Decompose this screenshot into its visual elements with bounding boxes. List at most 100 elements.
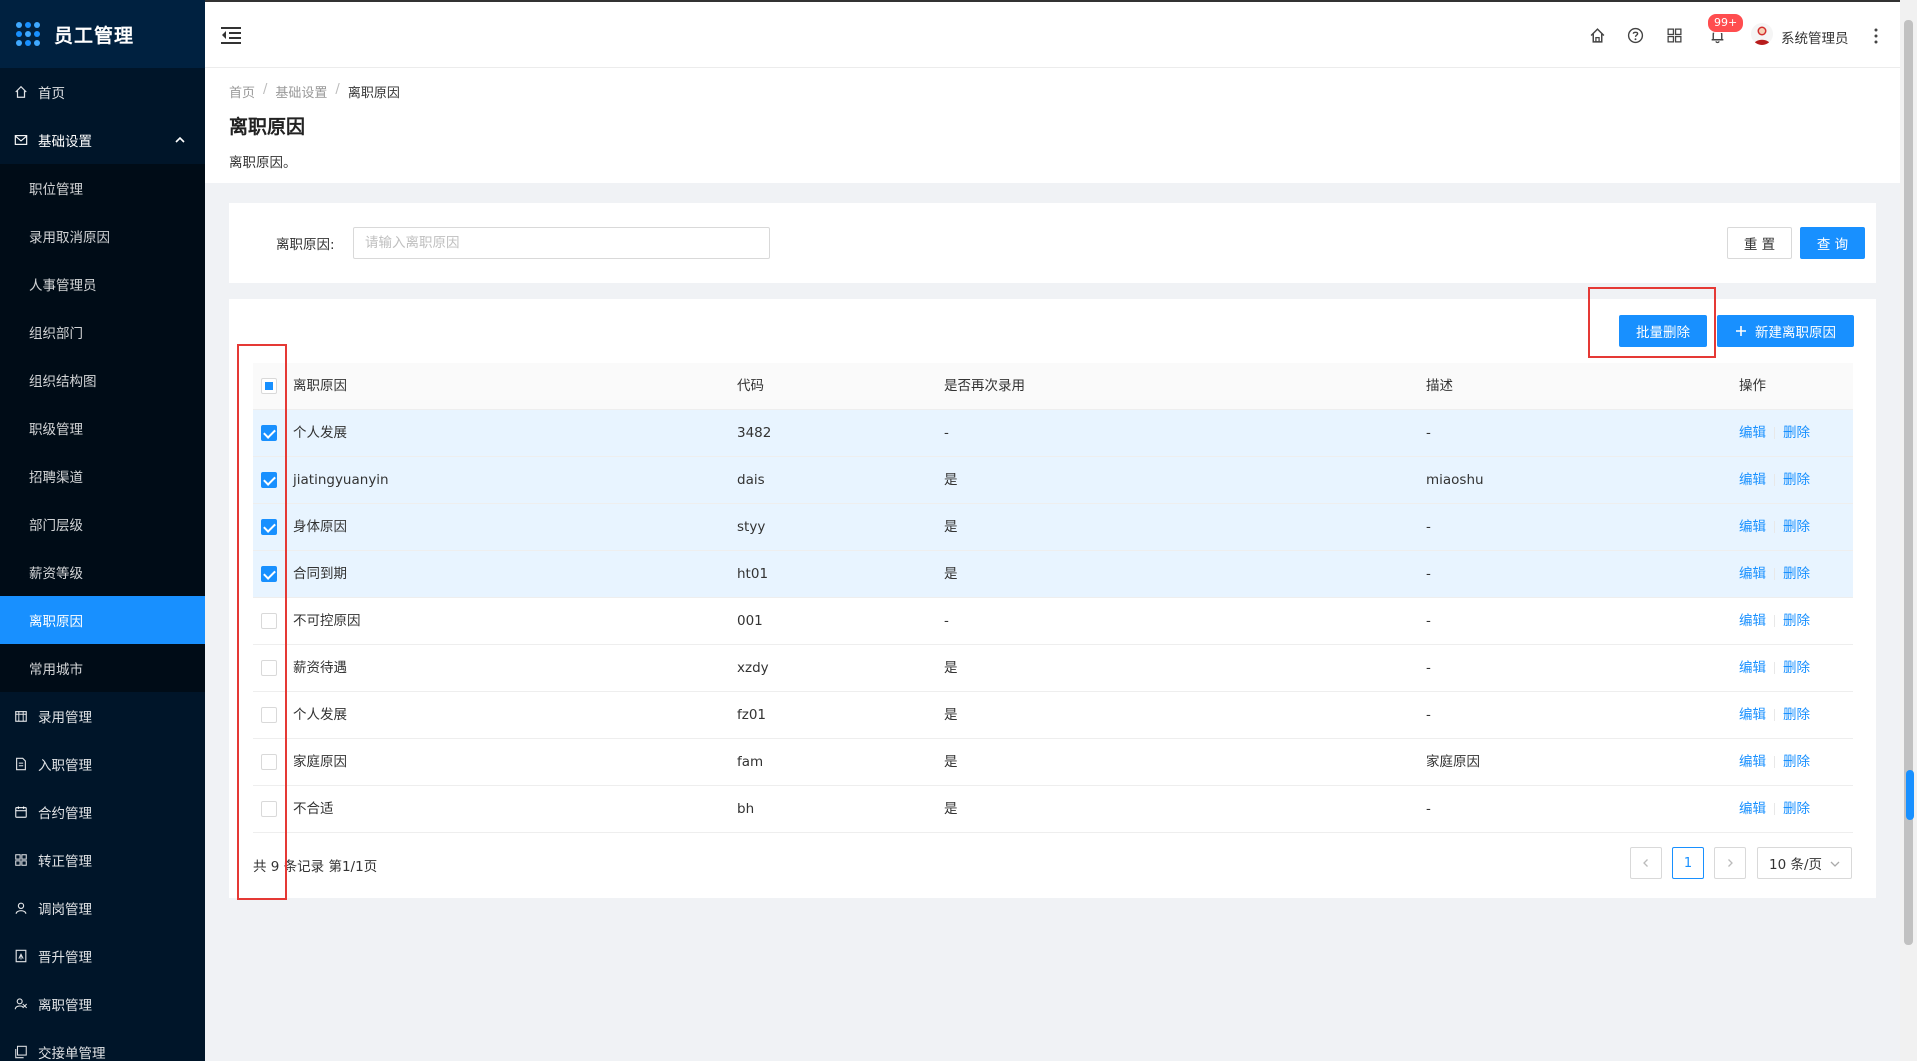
app-title: 员工管理 bbox=[54, 24, 135, 47]
delete-link[interactable]: 删除 bbox=[1783, 472, 1810, 488]
edit-link[interactable]: 编辑 bbox=[1739, 613, 1766, 629]
sidebar-item-label: 交接单管理 bbox=[38, 1046, 106, 1061]
sidebar-item-4[interactable]: 调岗管理 bbox=[0, 884, 205, 932]
top-header: 99+ 系统管理员 bbox=[205, 0, 1900, 68]
sidebar-subitem-1[interactable]: 录用取消原因 bbox=[0, 212, 205, 260]
edit-link[interactable]: 编辑 bbox=[1739, 566, 1766, 582]
help-icon[interactable] bbox=[1627, 27, 1644, 44]
row-checkbox[interactable] bbox=[261, 707, 277, 723]
row-checkbox[interactable] bbox=[261, 566, 277, 582]
sidebar-subitem-7[interactable]: 部门层级 bbox=[0, 500, 205, 548]
row-checkbox[interactable] bbox=[261, 754, 277, 770]
delete-link[interactable]: 删除 bbox=[1783, 519, 1810, 535]
sidebar-subitem-label: 离职原因 bbox=[29, 614, 83, 630]
edit-link[interactable]: 编辑 bbox=[1739, 754, 1766, 770]
cell-reason: 不合适 bbox=[293, 801, 334, 817]
table-row: 不合适 bh 是 - 编辑 删除 bbox=[253, 786, 1853, 833]
delete-link[interactable]: 删除 bbox=[1783, 613, 1810, 629]
chevron-left-icon bbox=[1643, 859, 1648, 867]
sidebar-item-0[interactable]: 录用管理 bbox=[0, 692, 205, 740]
cell-rehire: 是 bbox=[944, 754, 958, 770]
page-title: 离职原因 bbox=[229, 116, 306, 138]
row-checkbox[interactable] bbox=[261, 425, 277, 441]
sidebar-subitem-9[interactable]: 离职原因 bbox=[0, 596, 205, 644]
home-icon[interactable] bbox=[1589, 27, 1606, 44]
page-number-button[interactable]: 1 bbox=[1672, 847, 1704, 879]
table-row: 家庭原因 fam 是 家庭原因 编辑 删除 bbox=[253, 739, 1853, 786]
sidebar-subitem-0[interactable]: 职位管理 bbox=[0, 164, 205, 212]
sidebar-item-label: 晋升管理 bbox=[38, 950, 92, 966]
avatar[interactable] bbox=[1751, 23, 1773, 45]
edit-link[interactable]: 编辑 bbox=[1739, 519, 1766, 535]
menu-fold-icon[interactable] bbox=[221, 26, 241, 44]
chevron-down-icon bbox=[1830, 861, 1840, 867]
edit-link[interactable]: 编辑 bbox=[1739, 472, 1766, 488]
sidebar-subitem-2[interactable]: 人事管理员 bbox=[0, 260, 205, 308]
sidebar-item-1[interactable]: 入职管理 bbox=[0, 740, 205, 788]
sidebar-item-home[interactable]: 首页 bbox=[0, 68, 205, 116]
action-divider bbox=[1774, 756, 1775, 768]
cell-description: - bbox=[1426, 801, 1431, 817]
user-name[interactable]: 系统管理员 bbox=[1781, 27, 1849, 47]
row-checkbox[interactable] bbox=[261, 801, 277, 817]
select-all-checkbox[interactable] bbox=[261, 378, 277, 394]
scroll-indicator[interactable] bbox=[1906, 770, 1914, 820]
sidebar-item-label: 调岗管理 bbox=[38, 902, 92, 918]
row-checkbox[interactable] bbox=[261, 519, 277, 535]
delete-link[interactable]: 删除 bbox=[1783, 707, 1810, 723]
row-checkbox[interactable] bbox=[261, 472, 277, 488]
table-row: jiatingyuanyin dais 是 miaoshu 编辑 删除 bbox=[253, 457, 1853, 504]
edit-link[interactable]: 编辑 bbox=[1739, 801, 1766, 817]
delete-link[interactable]: 删除 bbox=[1783, 566, 1810, 582]
delete-link[interactable]: 删除 bbox=[1783, 660, 1810, 676]
search-input[interactable] bbox=[353, 227, 770, 259]
delete-link[interactable]: 删除 bbox=[1783, 425, 1810, 441]
table-row: 不可控原因 001 - - 编辑 删除 bbox=[253, 598, 1853, 645]
sidebar-subitem-8[interactable]: 薪资等级 bbox=[0, 548, 205, 596]
prev-page-button[interactable] bbox=[1630, 847, 1662, 879]
delete-link[interactable]: 删除 bbox=[1783, 754, 1810, 770]
sidebar-item-2[interactable]: 合约管理 bbox=[0, 788, 205, 836]
reset-button[interactable]: 重 置 bbox=[1727, 227, 1792, 259]
sidebar-group-basic-settings[interactable]: 基础设置 bbox=[0, 116, 205, 164]
document-icon bbox=[14, 757, 28, 771]
cell-rehire: 是 bbox=[944, 801, 958, 817]
page-scrollbar[interactable] bbox=[1900, 0, 1917, 1061]
breadcrumb-separator: / bbox=[263, 82, 268, 97]
batch-delete-button[interactable]: 批量删除 bbox=[1619, 315, 1707, 347]
breadcrumb-home[interactable]: 首页 bbox=[229, 82, 255, 101]
sidebar-subitem-4[interactable]: 组织结构图 bbox=[0, 356, 205, 404]
apps-icon[interactable] bbox=[1666, 27, 1683, 44]
sidebar-item-6[interactable]: 离职管理 bbox=[0, 980, 205, 1028]
sidebar-item-7[interactable]: 交接单管理 bbox=[0, 1028, 205, 1061]
cell-reason: 个人发展 bbox=[293, 425, 347, 441]
search-card: 离职原因: 重 置 查 询 bbox=[229, 203, 1876, 283]
cell-code: ht01 bbox=[737, 566, 769, 582]
row-checkbox[interactable] bbox=[261, 660, 277, 676]
query-button[interactable]: 查 询 bbox=[1800, 227, 1865, 259]
sidebar-subitem-3[interactable]: 组织部门 bbox=[0, 308, 205, 356]
more-vertical-icon[interactable] bbox=[1873, 27, 1879, 45]
next-page-button[interactable] bbox=[1714, 847, 1746, 879]
sidebar-subitem-10[interactable]: 常用城市 bbox=[0, 644, 205, 692]
edit-link[interactable]: 编辑 bbox=[1739, 660, 1766, 676]
sidebar-subitem-5[interactable]: 职级管理 bbox=[0, 404, 205, 452]
page-size-select[interactable]: 10 条/页 bbox=[1757, 847, 1852, 879]
app-logo[interactable]: 员工管理 bbox=[0, 0, 205, 68]
edit-link[interactable]: 编辑 bbox=[1739, 425, 1766, 441]
edit-link[interactable]: 编辑 bbox=[1739, 707, 1766, 723]
sidebar-item-3[interactable]: 转正管理 bbox=[0, 836, 205, 884]
cell-description: - bbox=[1426, 707, 1431, 723]
breadcrumb-basic-settings[interactable]: 基础设置 bbox=[275, 82, 327, 101]
cell-actions: 编辑 删除 bbox=[1739, 786, 1810, 833]
sidebar-item-label: 入职管理 bbox=[38, 758, 92, 774]
row-checkbox[interactable] bbox=[261, 613, 277, 629]
sidebar-item-5[interactable]: 晋升管理 bbox=[0, 932, 205, 980]
delete-link[interactable]: 删除 bbox=[1783, 801, 1810, 817]
home-icon bbox=[14, 85, 28, 99]
new-leave-reason-button[interactable]: 新建离职原因 bbox=[1717, 315, 1854, 347]
sidebar-subitem-6[interactable]: 招聘渠道 bbox=[0, 452, 205, 500]
cell-description: 家庭原因 bbox=[1426, 754, 1480, 770]
sidebar-subitem-label: 薪资等级 bbox=[29, 566, 83, 582]
cell-reason: 合同到期 bbox=[293, 566, 347, 582]
